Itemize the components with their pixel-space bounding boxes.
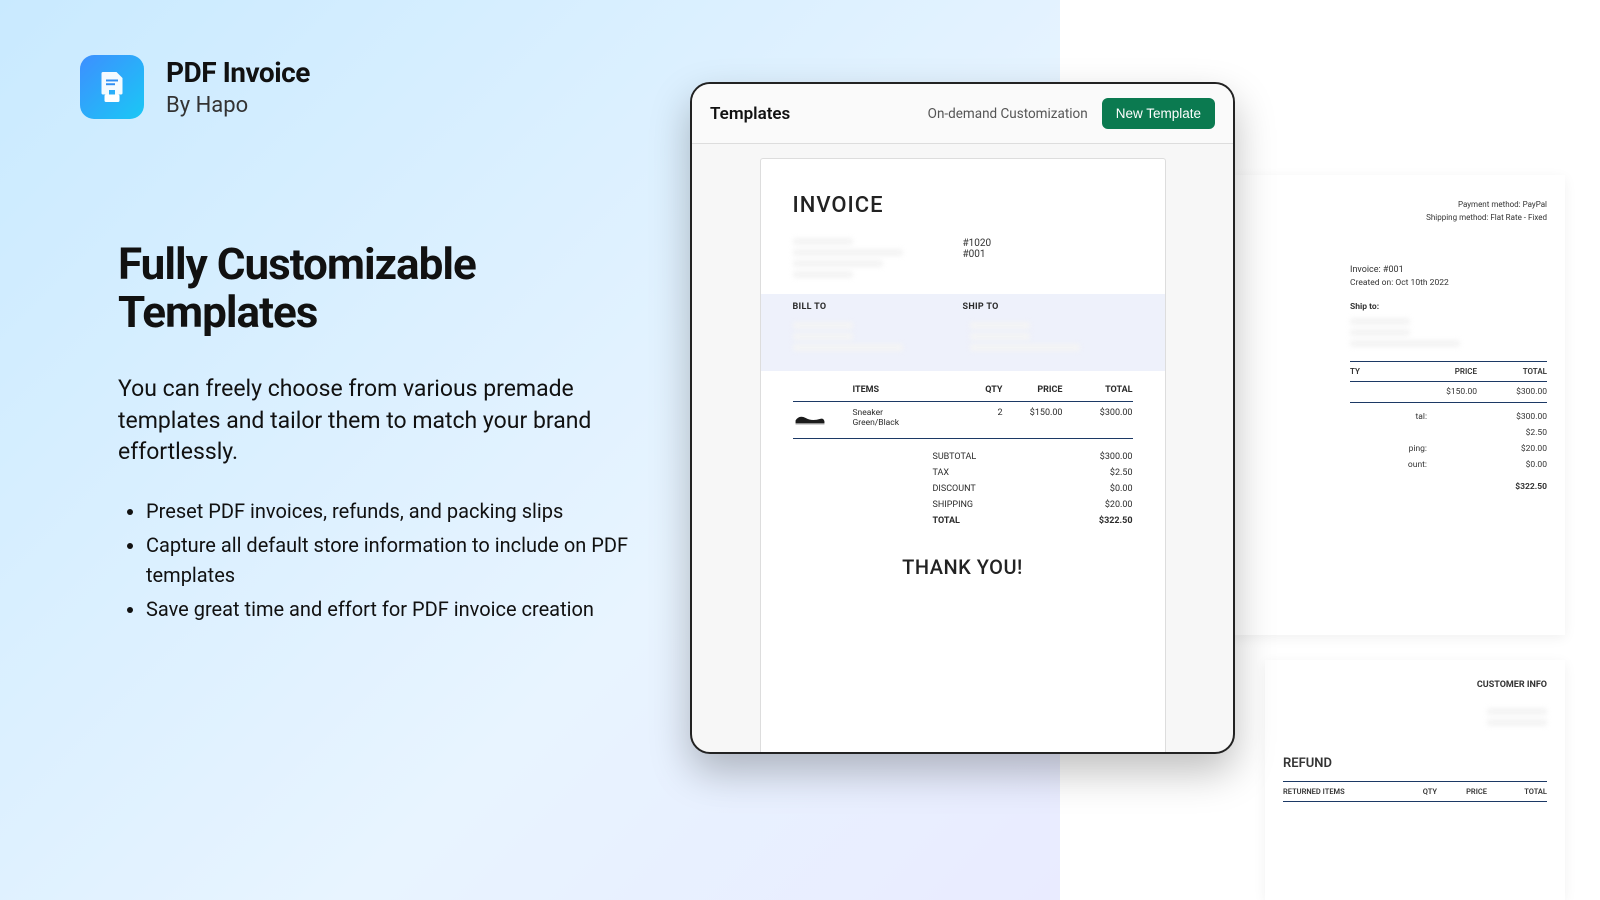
app-header: PDF Invoice By Hapo: [80, 55, 310, 119]
background-invoice-card: Payment method: PayPal Shipping method: …: [1230, 175, 1565, 635]
templates-panel: Templates On-demand Customization New Te…: [690, 82, 1235, 754]
blurred-text: [970, 322, 1030, 329]
bill-to-label: BILL TO: [793, 302, 963, 312]
blurred-text: [793, 333, 853, 340]
blurred-text: [1350, 340, 1460, 347]
invoice-number: #001: [963, 249, 1133, 260]
bg-col-qty: TY: [1350, 367, 1417, 376]
bg-col-total: TOTAL: [1477, 367, 1547, 376]
bg-subtotal-label: tal:: [1350, 412, 1477, 422]
bg-tax: $2.50: [1477, 428, 1547, 438]
bg-line-total: $300.00: [1477, 387, 1547, 397]
line-price: $150.00: [1003, 408, 1063, 418]
bg-ship-to-label: Ship to:: [1350, 302, 1547, 312]
subheadline: You can freely choose from various prema…: [118, 373, 648, 468]
customer-info-label: CUSTOMER INFO: [1283, 680, 1547, 690]
refund-col-qty: QTY: [1401, 787, 1437, 796]
table-row: Sneaker Green/Black 2 $150.00 $300.00: [793, 402, 1133, 439]
blurred-text: [793, 238, 853, 245]
total-value: $322.50: [1063, 516, 1133, 526]
product-name: Sneaker: [853, 408, 963, 418]
subtotal-value: $300.00: [1063, 452, 1133, 462]
invoice-title: INVOICE: [793, 193, 1133, 218]
blurred-text: [793, 271, 853, 278]
payment-method: Payment method: PayPal: [1350, 199, 1547, 212]
bg-total: $322.50: [1477, 482, 1547, 492]
discount-value: $0.00: [1063, 484, 1133, 494]
blurred-text: [970, 333, 1030, 340]
blurred-text: [1487, 708, 1547, 715]
marketing-copy: Fully Customizable Templates You can fre…: [118, 240, 648, 628]
bg-table-row: $150.00 $300.00: [1350, 382, 1547, 403]
col-price: PRICE: [1003, 385, 1063, 395]
order-number: #1020: [963, 238, 1133, 249]
product-variant: Green/Black: [853, 418, 963, 428]
tax-label: TAX: [793, 468, 1063, 478]
bill-ship-section: BILL TO SHIP TO: [761, 294, 1165, 371]
shipping-value: $20.00: [1063, 500, 1133, 510]
bg-subtotal: $300.00: [1477, 412, 1547, 422]
table-header: ITEMS QTY PRICE TOTAL: [793, 371, 1133, 402]
bg-created-date: Created on: Oct 10th 2022: [1350, 278, 1547, 288]
refund-col-total: TOTAL: [1487, 787, 1547, 796]
bg-shipping-label: ping:: [1350, 444, 1477, 454]
ship-to-label: SHIP TO: [963, 302, 1133, 312]
panel-header: Templates On-demand Customization New Te…: [692, 84, 1233, 144]
invoice-preview[interactable]: INVOICE #1020 #001 BILL TO SHIP TO: [760, 158, 1166, 754]
col-qty: QTY: [963, 385, 1003, 395]
bg-discount-label: ount:: [1350, 460, 1477, 470]
blurred-text: [793, 260, 883, 267]
col-items: ITEMS: [853, 385, 963, 395]
headline: Fully Customizable Templates: [118, 240, 648, 337]
panel-title: Templates: [710, 104, 790, 124]
bg-discount: $0.00: [1477, 460, 1547, 470]
line-total: $300.00: [1063, 408, 1133, 418]
refund-table-header: RETURNED ITEMS QTY PRICE TOTAL: [1283, 781, 1547, 802]
sneaker-icon: [793, 409, 827, 427]
bg-shipping: $20.00: [1477, 444, 1547, 454]
blurred-text: [793, 322, 853, 329]
bullet-item: Save great time and effort for PDF invoi…: [146, 594, 648, 624]
new-template-button[interactable]: New Template: [1102, 98, 1215, 129]
app-by: By Hapo: [166, 93, 310, 118]
total-label: TOTAL: [793, 516, 1063, 526]
shipping-label: SHIPPING: [793, 500, 1063, 510]
on-demand-customization-link[interactable]: On-demand Customization: [928, 106, 1088, 122]
thank-you: THANK YOU!: [793, 555, 1133, 579]
refund-col-items: RETURNED ITEMS: [1283, 787, 1401, 796]
blurred-text: [793, 249, 903, 256]
product-thumbnail: [793, 408, 827, 428]
bg-col-price: PRICE: [1417, 367, 1477, 376]
refund-title: REFUND: [1283, 756, 1547, 771]
app-name: PDF Invoice: [166, 56, 310, 89]
bullet-item: Capture all default store information to…: [146, 530, 648, 590]
line-qty: 2: [963, 408, 1003, 418]
shipping-method: Shipping method: Flat Rate - Fixed: [1350, 212, 1547, 225]
blurred-text: [1350, 329, 1410, 336]
subtotal-label: SUBTOTAL: [793, 452, 1063, 462]
blurred-text: [970, 344, 1080, 351]
refund-col-price: PRICE: [1437, 787, 1487, 796]
app-logo: [80, 55, 144, 119]
bullet-item: Preset PDF invoices, refunds, and packin…: [146, 496, 648, 526]
bullet-list: Preset PDF invoices, refunds, and packin…: [118, 496, 648, 624]
col-total: TOTAL: [1063, 385, 1133, 395]
bg-table-header: TY PRICE TOTAL: [1350, 361, 1547, 382]
tax-value: $2.50: [1063, 468, 1133, 478]
totals-block: SUBTOTAL$300.00 TAX$2.50 DISCOUNT$0.00 S…: [793, 449, 1133, 529]
blurred-text: [1350, 318, 1410, 325]
discount-label: DISCOUNT: [793, 484, 1063, 494]
bg-line-price: $150.00: [1417, 387, 1477, 397]
blurred-text: [1487, 719, 1547, 726]
background-refund-card: CUSTOMER INFO REFUND RETURNED ITEMS QTY …: [1265, 660, 1565, 900]
bg-invoice-number: Invoice: #001: [1350, 265, 1547, 275]
blurred-text: [793, 344, 903, 351]
document-printer-icon: [94, 69, 130, 105]
